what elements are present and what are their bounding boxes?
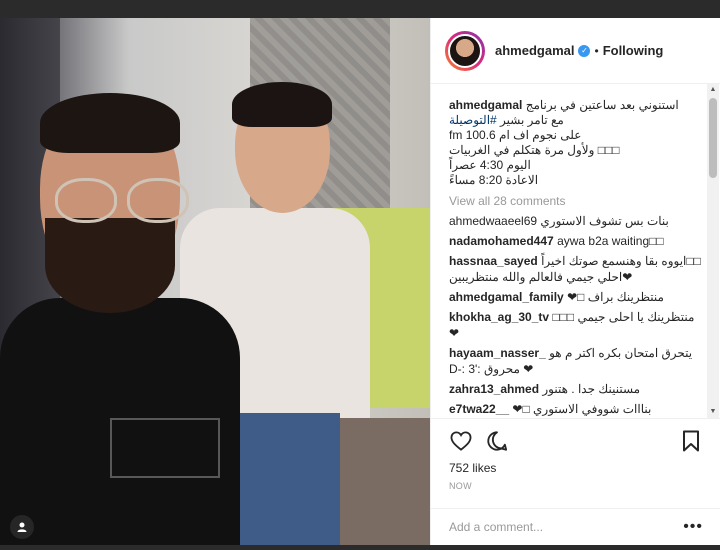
post-timestamp: NOW <box>449 481 472 491</box>
likes-count[interactable]: 752 likes <box>449 461 703 475</box>
caption-username[interactable]: ahmedgamal <box>449 98 522 112</box>
caption-text-6: الاعادة 8:20 مساءً <box>449 173 539 187</box>
caption-text-1: استنوني بعد ساعتين في برنامج <box>525 98 679 112</box>
caption-hashtag[interactable]: #التوصيلة <box>449 113 497 127</box>
more-options-icon[interactable]: ••• <box>683 518 703 536</box>
post-caption: استنوني بعد ساعتين في برنامج ahmedgamal … <box>449 98 701 188</box>
add-comment-input[interactable]: Add a comment... <box>449 520 683 534</box>
scroll-down-arrow-icon[interactable]: ▼ <box>707 406 719 418</box>
comment-text: مستنينك جدا . هتنور <box>542 382 641 396</box>
comment-username[interactable]: hayaam_nasser_ <box>449 346 546 360</box>
comment-username[interactable]: ahmedgamal_family <box>449 290 564 304</box>
user-tag-icon[interactable] <box>10 515 34 539</box>
comment-item: hassnaa_sayed ايووه بقا وهنسمع صوتك اخير… <box>449 253 701 285</box>
comment-text: ❤□ منتظرينك براف <box>567 290 664 304</box>
post-photo[interactable] <box>0 18 430 545</box>
comment-item: e7twa22__ ❤□ بنااات شووفي الاستوري <box>449 401 701 417</box>
photo-person-left <box>0 93 240 545</box>
comment-text: ايووه بقا وهنسمع صوتك اخيراً□□ <box>541 254 701 268</box>
comment-item: khokha_ag_30_tv □□□ منتظرينك يا احلى جيم… <box>449 309 701 341</box>
comment-item: hayaam_nasser_ يتحرق امتحان بكره اكتر م … <box>449 345 701 377</box>
caption-text-4: □□□ ولأول مرة هتكلم في الغربيات <box>449 143 620 157</box>
comment-text: بنات بس تشوف الاستوري ahmedwaaeel69 <box>449 214 669 228</box>
comment-text: يتحرق امتحان بكره اكتر م هو <box>549 346 693 360</box>
bottom-strip <box>0 545 720 550</box>
comment-username[interactable]: hassnaa_sayed <box>449 254 538 268</box>
following-button[interactable]: Following <box>603 43 664 58</box>
comment-text: ❤□ بنااات شووفي الاستوري <box>512 402 652 416</box>
caption-text-2: مع تامر بشير <box>500 113 564 127</box>
comments-scrollbar[interactable]: ▲ ▼ <box>707 84 719 418</box>
view-all-comments-link[interactable]: View all 28 comments <box>449 194 701 208</box>
post-header: ahmedgamal ✓ • Following <box>431 18 720 84</box>
comment-username[interactable]: khokha_ag_30_tv <box>449 310 549 324</box>
header-separator: • <box>594 43 599 58</box>
post-side-panel: ahmedgamal ✓ • Following استنوني بعد ساع… <box>430 18 720 545</box>
comment-bubble-icon[interactable] <box>485 429 509 453</box>
scrollbar-thumb[interactable] <box>709 98 717 178</box>
comment-text-continued: ❤احلي جيمي فالعالم والله منتظريبين <box>449 270 633 284</box>
bookmark-icon[interactable] <box>679 429 703 453</box>
header-username[interactable]: ahmedgamal <box>495 43 574 58</box>
comment-item: nadamohamed447 aywa b2a waiting□□ <box>449 233 701 249</box>
verified-badge-icon: ✓ <box>578 44 591 57</box>
caption-text-3: على نجوم اف ام 100.6 fm <box>449 128 582 142</box>
add-comment-bar: Add a comment... ••• <box>431 508 720 545</box>
avatar[interactable] <box>448 33 482 68</box>
heart-icon[interactable] <box>449 429 473 453</box>
comment-item: بنات بس تشوف الاستوري ahmedwaaeel69 <box>449 213 701 229</box>
avatar-story-ring[interactable] <box>445 30 485 71</box>
comment-username[interactable]: nadamohamed447 <box>449 234 554 248</box>
scroll-up-arrow-icon[interactable]: ▲ <box>707 84 719 96</box>
comments-list[interactable]: استنوني بعد ساعتين في برنامج ahmedgamal … <box>431 84 720 418</box>
comment-item: ahmedgamal_family ❤□ منتظرينك براف <box>449 289 701 305</box>
top-strip <box>0 0 720 18</box>
caption-text-5: اليوم 4:30 عصراً <box>449 158 531 172</box>
comment-text-continued: D-: 3': محروق ❤ <box>449 362 534 376</box>
comment-username[interactable]: zahra13_ahmed <box>449 382 539 396</box>
comment-item: zahra13_ahmed مستنينك جدا . هتنور <box>449 381 701 397</box>
comment-text: aywa b2a waiting□□ <box>557 234 664 248</box>
post-actions: 752 likes NOW <box>431 418 720 508</box>
comment-username[interactable]: e7twa22__ <box>449 402 509 416</box>
